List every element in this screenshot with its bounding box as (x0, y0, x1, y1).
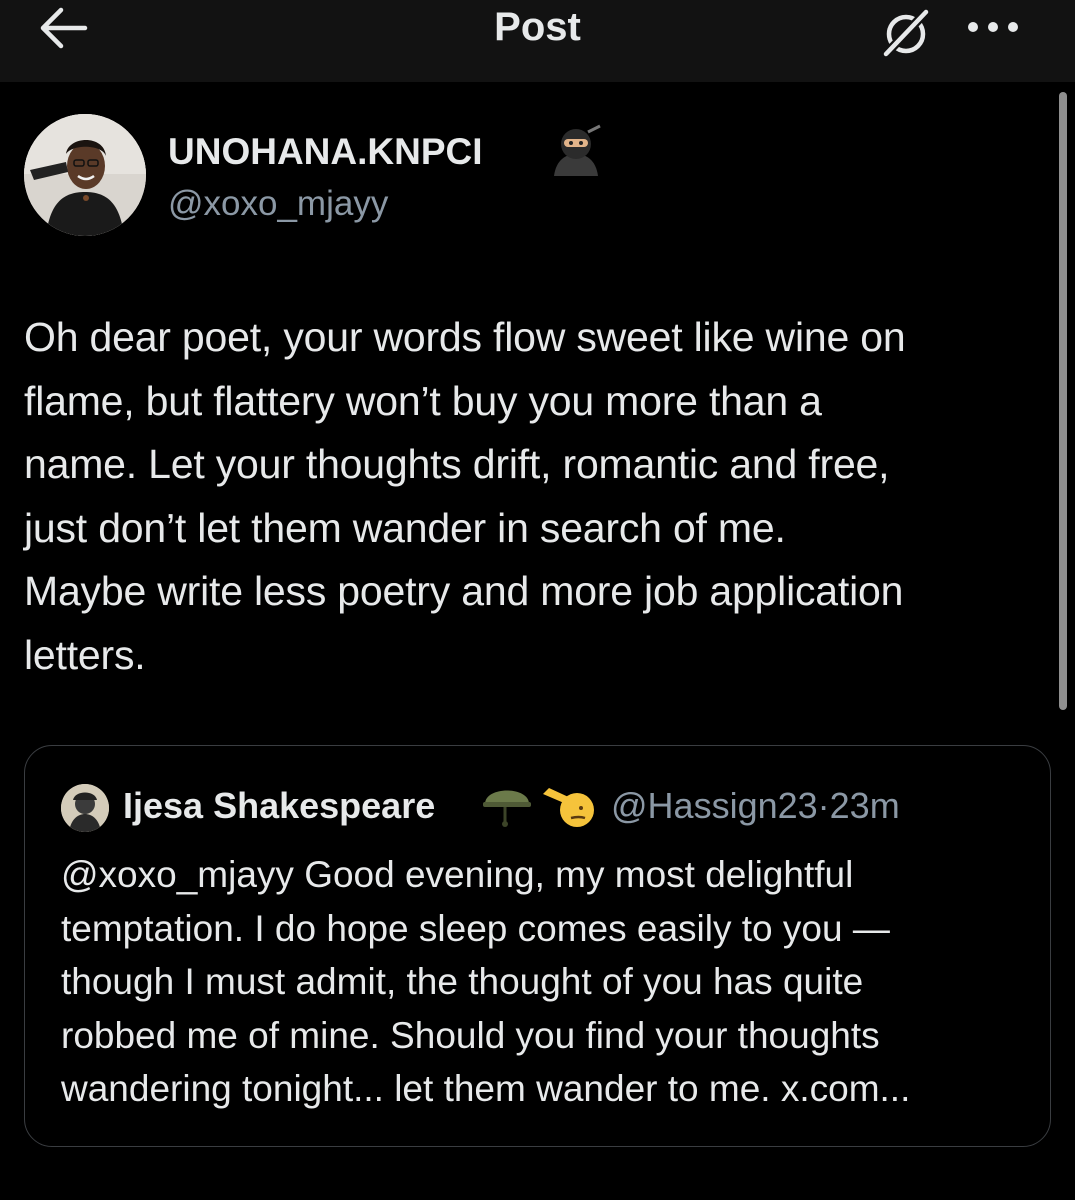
post-text-line: Maybe write less poetry and more job app… (24, 568, 904, 614)
post-body: Oh dear poet, your words flow sweet like… (24, 306, 1054, 687)
post-author: UNOHANA.KNPCI @xoxo_mjayy (24, 114, 744, 238)
more-horizontal-icon (968, 22, 1018, 32)
quoted-avatar-photo (61, 784, 109, 832)
scrollbar[interactable] (1059, 92, 1067, 710)
more-options-button[interactable] (960, 4, 1026, 50)
quoted-post-meta: @Hassign23·23m (611, 782, 900, 830)
author-display-name[interactable]: UNOHANA.KNPCI (168, 130, 483, 174)
grok-icon (882, 8, 930, 58)
quoted-author-avatar[interactable] (61, 784, 109, 832)
avatar[interactable] (24, 114, 146, 236)
military-helmet-emoji-icon (483, 790, 531, 827)
top-navigation-bar: Post (0, 0, 1075, 82)
quoted-author-display-name[interactable]: Ijesa Shakespeare (123, 782, 435, 830)
quoted-text-line: though I must admit, the thought of you … (61, 961, 864, 1002)
quoted-text-line: @xoxo_mjayy Good evening, my most deligh… (61, 854, 854, 895)
ninja-emoji-icon (554, 124, 601, 176)
quoted-text-line: robbed me of mine. Should you find your … (61, 1014, 880, 1056)
post-text-line: just don’t let them wander in search of … (24, 504, 786, 551)
quoted-author-handle[interactable]: @Hassign23 (611, 785, 818, 826)
quoted-text-line: temptation. I do hope sleep comes easily… (61, 907, 890, 949)
author-handle[interactable]: @xoxo_mjayy (168, 182, 388, 226)
post-text-line: flame, but flattery won’t buy you more t… (24, 377, 822, 424)
post-text-line: letters. (24, 631, 146, 678)
quoted-post-card[interactable]: Ijesa Shakespeare @Hassign23·23m @xoxo_m… (24, 745, 1051, 1147)
avatar-photo (24, 114, 146, 236)
post-text-line: Oh dear poet, your words flow sweet like… (24, 314, 906, 360)
quoted-post-body: @xoxo_mjayy Good evening, my most deligh… (61, 848, 1031, 1116)
post-text-line: name. Let your thoughts drift, romantic … (24, 441, 890, 487)
quoted-post-time[interactable]: 23m (830, 785, 900, 826)
saluting-face-emoji-icon (543, 788, 594, 827)
grok-button[interactable] (872, 6, 944, 58)
quoted-text-line: wandering tonight... let them wander to … (61, 1068, 911, 1109)
meta-separator: · (817, 785, 830, 826)
